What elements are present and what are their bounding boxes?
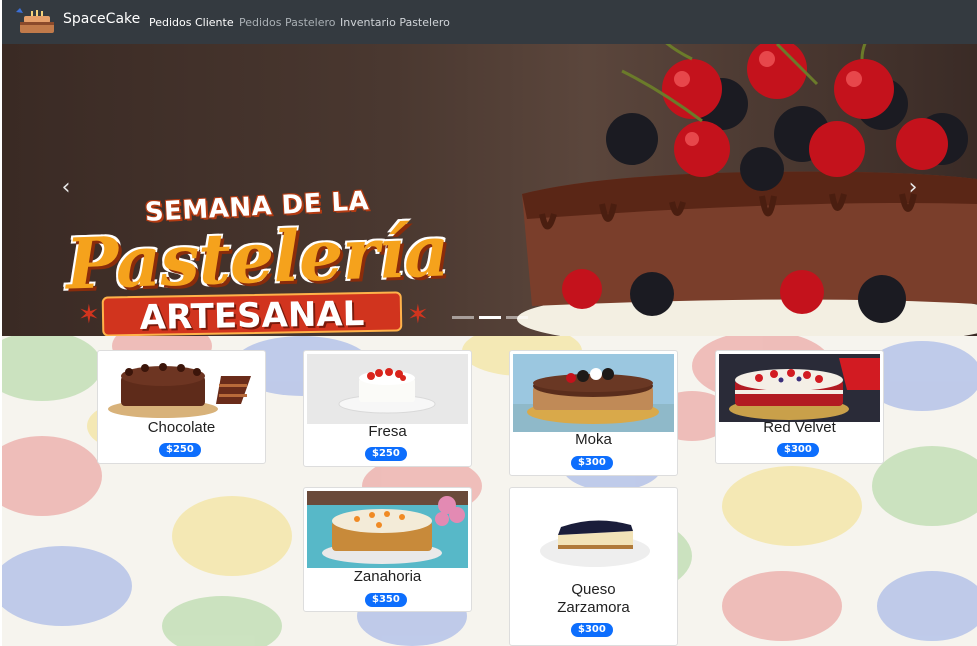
product-name: Fresa (368, 423, 407, 440)
chocolate-cake-image (101, 354, 262, 422)
nav-inventario-pastelero[interactable]: Inventario Pastelero (340, 16, 450, 29)
price-badge: $250 (159, 443, 201, 457)
cheesecake-image (513, 491, 674, 577)
carousel-next-button[interactable]: › (901, 176, 925, 200)
navbar: SpaceCake Pedidos Cliente Pedidos Pastel… (2, 0, 977, 44)
product-name-line2: Zarzamora (557, 599, 630, 616)
price-badge: $300 (571, 623, 613, 637)
product-name: Queso (571, 581, 616, 598)
brand-name[interactable]: SpaceCake (63, 11, 140, 27)
carousel-indicators (452, 316, 528, 319)
price-badge: $300 (777, 443, 819, 457)
products-section: Chocolate $250 Fresa $250 Moka $300 Red … (2, 336, 977, 646)
product-card-fresa[interactable]: Fresa $250 (303, 350, 472, 467)
product-card-moka[interactable]: Moka $300 (509, 350, 678, 476)
cake-logo-icon[interactable] (14, 8, 60, 36)
product-card-queso-zarzamora[interactable]: Queso Zarzamora $300 (509, 487, 678, 646)
nav-pedidos-cliente[interactable]: Pedidos Cliente (149, 16, 234, 29)
product-name: Chocolate (147, 419, 216, 436)
product-name: Zanahoria (353, 568, 422, 585)
carrot-cake-image (307, 491, 468, 568)
banner-title-line3: ARTESANAL (101, 291, 403, 336)
moka-cake-image (513, 354, 674, 432)
price-badge: $300 (571, 456, 613, 470)
carousel-indicator-active[interactable] (479, 316, 501, 319)
product-name: Red Velvet (763, 419, 836, 436)
star-icon: ✶ (78, 300, 100, 330)
red-velvet-cake-image (719, 354, 880, 422)
nav-pedidos-pastelero[interactable]: Pedidos Pastelero (239, 16, 336, 29)
carousel-prev-button[interactable]: ‹ (54, 176, 78, 200)
star-icon: ✶ (407, 300, 429, 330)
product-card-chocolate[interactable]: Chocolate $250 (97, 350, 266, 464)
banner-title-line2: Pastelería (64, 209, 450, 306)
price-badge: $250 (365, 447, 407, 461)
carousel-indicator[interactable] (506, 316, 528, 319)
hero-carousel: SEMANA DE LA Pastelería ARTESANAL ✶ ✶ ‹ … (2, 44, 977, 336)
product-name: Moka (575, 431, 612, 448)
product-card-red-velvet[interactable]: Red Velvet $300 (715, 350, 884, 464)
carousel-indicator[interactable] (452, 316, 474, 319)
price-badge: $350 (365, 593, 407, 607)
product-card-zanahoria[interactable]: Zanahoria $350 (303, 487, 472, 612)
strawberry-cake-image (307, 354, 468, 424)
